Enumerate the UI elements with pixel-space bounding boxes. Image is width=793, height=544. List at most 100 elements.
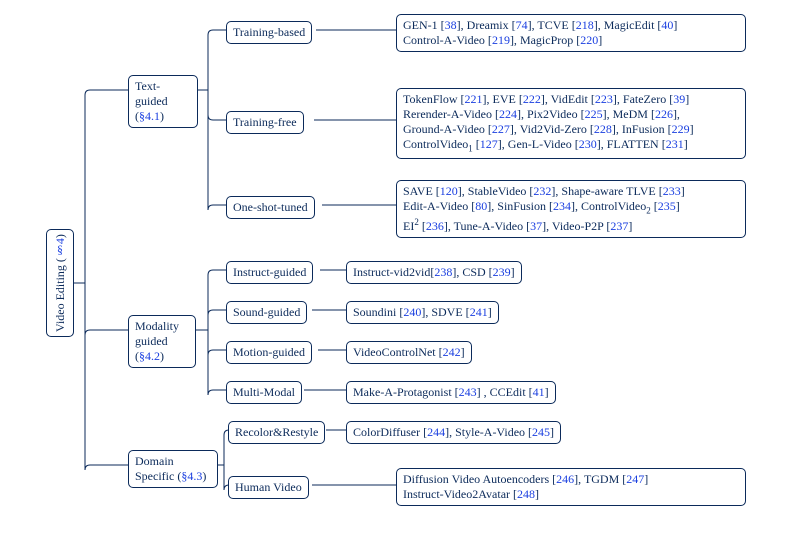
citation-number: 219 — [492, 33, 510, 47]
method-name: Control-A-Video [ — [403, 33, 492, 47]
method-name: VideoControlNet [ — [353, 345, 443, 359]
method-name: Vid2Vid-Zero [ — [520, 122, 594, 136]
sub-sound: Sound-guided — [226, 301, 307, 324]
method-name: Pix2Video [ — [527, 107, 585, 121]
citation-number: 120 — [440, 184, 458, 198]
method-name: Dreamix [ — [467, 18, 516, 32]
citation-number: 221 — [465, 92, 483, 106]
method-name: EVE [ — [493, 92, 523, 106]
citation-number: 37 — [530, 219, 542, 233]
citation-number: 218 — [576, 18, 594, 32]
citation-number: 234 — [553, 199, 571, 213]
method-name: GEN-1 [ — [403, 18, 445, 32]
citation-number: 248 — [517, 487, 535, 501]
citation-number: 230 — [579, 137, 597, 151]
citation-number: 237 — [610, 219, 628, 233]
citation-number: 245 — [532, 425, 550, 439]
method-name: Diffusion Video Autoencoders [ — [403, 472, 556, 486]
leaf-recolor: ColorDiffuser [244], Style-A-Video [245] — [346, 421, 561, 444]
citation-number: 229 — [672, 122, 690, 136]
method-name: Rerender-A-Video [ — [403, 107, 499, 121]
leaf-training-free: TokenFlow [221], EVE [222], VidEdit [223… — [396, 88, 746, 159]
method-name: ControlVideo — [581, 199, 646, 213]
method-name: EI — [403, 219, 414, 233]
citation-number: 74 — [516, 18, 528, 32]
citation-number: 224 — [499, 107, 517, 121]
method-name: StableVideo [ — [468, 184, 534, 198]
sub-instruct: Instruct-guided — [226, 261, 313, 284]
leaf-motion: VideoControlNet [242] — [346, 341, 472, 364]
method-name: SinFusion [ — [497, 199, 553, 213]
method-name: CCEdit [ — [490, 385, 533, 399]
leaf-human: Diffusion Video Autoencoders [246], TGDM… — [396, 468, 746, 506]
root-label: Video Editing ( — [53, 258, 67, 332]
citation-number: 233 — [663, 184, 681, 198]
leaf-training-based: GEN-1 [38], Dreamix [74], TCVE [218], Ma… — [396, 14, 746, 52]
leaf-instruct: Instruct-vid2vid[238], CSD [239] — [346, 261, 522, 284]
leaf-one-shot: SAVE [120], StableVideo [232], Shape-awa… — [396, 180, 746, 238]
cat-text-section: §4.1 — [139, 109, 160, 123]
cat-modality-tail: ) — [160, 349, 164, 363]
citation-number: 231 — [666, 137, 684, 151]
method-name: Shape-aware TLVE [ — [561, 184, 662, 198]
method-name: FateZero [ — [623, 92, 673, 106]
sub-motion: Motion-guided — [226, 341, 312, 364]
method-name: MagicEdit [ — [604, 18, 662, 32]
method-name: VidEdit [ — [551, 92, 595, 106]
method-name: ControlVideo — [403, 137, 468, 151]
method-name: InFusion [ — [622, 122, 672, 136]
cat-text-guided: Text-guided (§4.1) — [128, 75, 198, 128]
cat-domain-tail: ) — [202, 469, 206, 483]
method-name: SDVE [ — [431, 305, 469, 319]
sub-human-video: Human Video — [228, 476, 309, 499]
cat-modality-section: §4.2 — [139, 349, 160, 363]
method-name: ColorDiffuser [ — [353, 425, 427, 439]
citation-number: 39 — [673, 92, 685, 106]
citation-number: 244 — [427, 425, 445, 439]
root-tail: ) — [53, 234, 67, 238]
sub-recolor: Recolor&Restyle — [228, 421, 325, 444]
citation-number: 226 — [655, 107, 673, 121]
method-name: Video-P2P [ — [552, 219, 611, 233]
sub-training-free: Training-free — [226, 111, 304, 134]
method-name: Soundini [ — [353, 305, 403, 319]
root-section: §4 — [53, 238, 67, 258]
method-name: MagicProp [ — [520, 33, 580, 47]
sub-multi-modal: Multi-Modal — [226, 381, 302, 404]
method-name: SAVE [ — [403, 184, 440, 198]
citation-number: 246 — [556, 472, 574, 486]
citation-number: 227 — [492, 122, 510, 136]
method-name: Style-A-Video [ — [455, 425, 532, 439]
method-name: FLATTEN [ — [607, 137, 666, 151]
method-name: TCVE [ — [537, 18, 575, 32]
citation-number: 232 — [533, 184, 551, 198]
method-name: TGDM [ — [584, 472, 626, 486]
method-name: Gen-L-Video [ — [508, 137, 579, 151]
method-name: Make-A-Protagonist [ — [353, 385, 459, 399]
citation-number: 222 — [523, 92, 541, 106]
method-name: Instruct-vid2vid[ — [353, 265, 434, 279]
citation-number: 247 — [626, 472, 644, 486]
citation-number: 235 — [658, 199, 676, 213]
citation-number: 127 — [480, 137, 498, 151]
root-node: Video Editing (§4) — [46, 229, 74, 337]
cat-domain-specific: Domain Specific (§4.3) — [128, 450, 218, 488]
leaf-sound: Soundini [240], SDVE [241] — [346, 301, 499, 324]
method-name: CSD [ — [462, 265, 492, 279]
citation-number: 220 — [580, 33, 598, 47]
method-name: Ground-A-Video [ — [403, 122, 492, 136]
citation-number: 225 — [585, 107, 603, 121]
citation-number: 40 — [661, 18, 673, 32]
citation-number: 41 — [533, 385, 545, 399]
citation-number: 243 — [459, 385, 477, 399]
sub-one-shot: One-shot-tuned — [226, 196, 315, 219]
cat-domain-section: §4.3 — [181, 469, 202, 483]
method-name: Tune-A-Video [ — [454, 219, 531, 233]
method-name: Edit-A-Video [ — [403, 199, 475, 213]
method-name: MeDM [ — [613, 107, 655, 121]
citation-number: 236 — [426, 219, 444, 233]
cat-text-tail: ) — [160, 109, 164, 123]
citation-number: 239 — [493, 265, 511, 279]
citation-number: 223 — [595, 92, 613, 106]
leaf-multi: Make-A-Protagonist [243] , CCEdit [41] — [346, 381, 556, 404]
